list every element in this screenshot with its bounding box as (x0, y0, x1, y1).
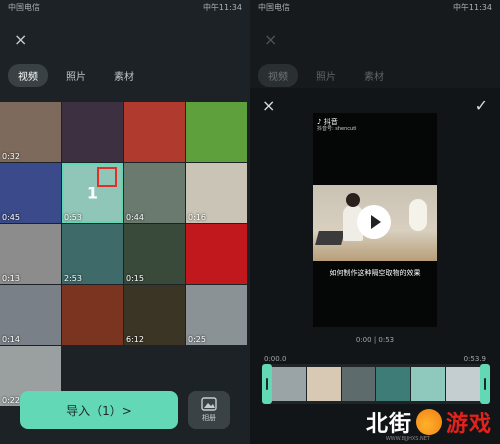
tab-material: 素材 (364, 72, 384, 83)
trim-handle-left[interactable] (262, 364, 272, 404)
laptop-shape (315, 231, 345, 245)
media-thumbnail[interactable] (62, 285, 123, 345)
media-thumbnail[interactable]: 0:16 (186, 163, 247, 223)
clock-label: 中午11:34 (202, 3, 242, 12)
album-label: 相册 (202, 414, 216, 422)
media-thumbnail[interactable] (62, 102, 123, 162)
background-media-tabs: 视频 照片 素材 (258, 64, 394, 87)
video-preview[interactable]: ♪ 抖音 抖音号: shencuti 如何制作这种隔空取物的效果 (313, 113, 437, 327)
duration-label: 0:53 (64, 213, 82, 222)
carrier-label: 中国电信 (258, 3, 290, 12)
duration-label: 6:12 (126, 335, 144, 344)
tab-material[interactable]: 素材 (104, 64, 144, 87)
duration-label: 0:14 (2, 335, 20, 344)
background-close-icon: × (264, 30, 278, 49)
tiktok-id: 抖音号: shencuti (317, 126, 357, 132)
carrier-label: 中国电信 (8, 3, 40, 12)
media-thumbnail[interactable] (124, 102, 185, 162)
duration-label: 0:16 (188, 213, 206, 222)
media-thumbnail[interactable]: 6:12 (124, 285, 185, 345)
playback-timecode: 0:00 | 0:53 (355, 336, 395, 344)
status-bar: 中国电信 中午11:34 (0, 0, 250, 14)
video-caption: 如何制作这种隔空取物的效果 (329, 269, 421, 277)
timeline-frame (306, 367, 341, 401)
media-thumbnail[interactable] (186, 102, 247, 162)
lamp-shape (409, 199, 427, 231)
timeline-frame (272, 367, 306, 401)
trim-screen: 中国电信 中午11:34 × 视频 照片 素材 × ✓ ♪ 抖音 抖音号: sh… (250, 0, 500, 444)
trim-timeline[interactable] (262, 364, 490, 404)
media-thumbnail[interactable]: 0:44 (124, 163, 185, 223)
media-thumbnail[interactable]: 2:53 (62, 224, 123, 284)
status-bar: 中国电信 中午11:34 (250, 0, 500, 14)
watermark-text-a: 北街 (365, 412, 412, 437)
media-picker-screen: 中国电信 中午11:34 × 视频 照片 素材 0:32 0:45 1 0:53 0:4… (0, 0, 250, 444)
media-grid: 0:32 0:45 1 0:53 0:44 0:16 0:13 2:53 0:15 0:14 6:1… (0, 102, 250, 406)
duration-label: 0:25 (188, 335, 206, 344)
watermark-logo: 北街 游戏 (366, 406, 492, 438)
person-head-shape (346, 193, 360, 207)
duration-label: 0:13 (2, 274, 20, 283)
trim-end-time: 0:53.9 (463, 355, 486, 363)
watermark-sun-icon (415, 409, 442, 435)
media-thumbnail[interactable]: 0:15 (124, 224, 185, 284)
tab-video: 视频 (258, 64, 298, 87)
video-frame (313, 185, 437, 261)
trim-handle-right[interactable] (480, 364, 490, 404)
play-icon (370, 215, 381, 229)
watermark-text-b: 游戏 (445, 412, 492, 437)
duration-label: 0:45 (2, 213, 20, 222)
media-thumbnail[interactable]: 0:45 (0, 163, 61, 223)
tab-photo: 照片 (316, 72, 336, 83)
import-button[interactable]: 导入（1）> (20, 391, 178, 429)
play-button[interactable] (357, 205, 391, 239)
tab-video[interactable]: 视频 (8, 64, 48, 87)
duration-label: 0:15 (126, 274, 144, 283)
timeline-frame (411, 367, 446, 401)
duration-label: 2:53 (64, 274, 82, 283)
media-thumbnail[interactable]: 1 0:53 (62, 163, 123, 223)
media-thumbnail[interactable]: 0:25 (186, 285, 247, 345)
timeline-frame (376, 367, 411, 401)
frame-strip (272, 367, 480, 401)
close-icon[interactable]: × (262, 96, 275, 115)
media-thumbnail[interactable]: 0:14 (0, 285, 61, 345)
trim-start-time: 0:00.0 (264, 355, 287, 363)
media-thumbnail[interactable] (186, 224, 247, 284)
duration-label: 0:22 (2, 396, 20, 405)
confirm-check-icon[interactable]: ✓ (475, 96, 488, 115)
duration-label: 0:32 (2, 152, 20, 161)
album-icon (201, 397, 217, 411)
duration-label: 0:44 (126, 213, 144, 222)
close-icon[interactable]: × (14, 32, 27, 48)
media-thumbnail[interactable]: 0:32 (0, 102, 61, 162)
highlight-box (97, 167, 117, 187)
tab-photo[interactable]: 照片 (56, 64, 96, 87)
clock-label: 中午11:34 (452, 3, 492, 12)
media-thumbnail[interactable]: 0:13 (0, 224, 61, 284)
timeline-frame (341, 367, 376, 401)
timeline-frame (446, 367, 480, 401)
media-tabs: 视频 照片 素材 (8, 64, 144, 87)
album-button[interactable]: 相册 (188, 391, 230, 429)
